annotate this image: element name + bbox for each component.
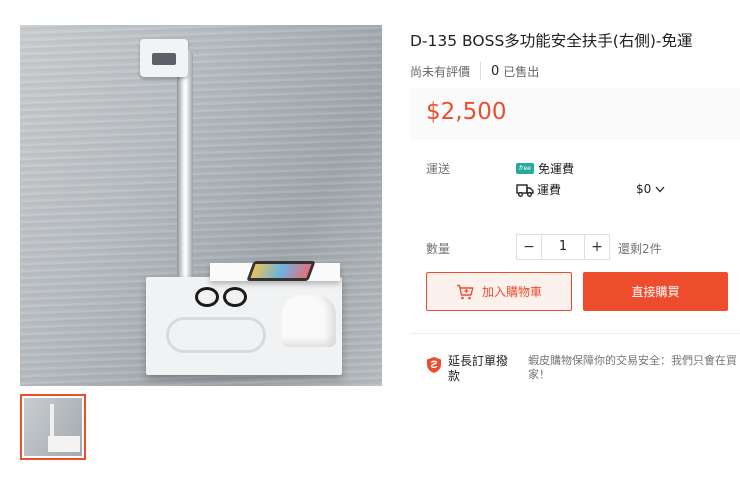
product-thumbnail[interactable]	[20, 394, 86, 460]
tissue-roll	[282, 295, 336, 347]
meta-divider	[480, 62, 482, 80]
rating-text[interactable]: 尚未有評價	[410, 63, 470, 80]
cart-icon	[456, 284, 474, 299]
section-divider	[410, 333, 740, 334]
add-to-cart-label: 加入購物車	[481, 285, 542, 299]
guarantee-section: 延長訂單撥款 蝦皮購物保障你的交易安全：我們只會在買家！	[426, 354, 737, 384]
quantity-input[interactable]: 1	[541, 235, 585, 259]
glasses-on-shelf	[195, 287, 255, 309]
stock-remaining: 還剩2件	[618, 242, 662, 256]
shipping-fee-value: $0	[636, 182, 652, 196]
sold-label: 已售出	[503, 64, 540, 79]
price-box: $2,500	[410, 88, 740, 140]
guarantee-text: 蝦皮購物保障你的交易安全：我們只會在買家！	[528, 354, 737, 381]
phone-on-shelf	[246, 261, 316, 281]
sold-count: 0	[491, 63, 500, 79]
shipping-fee-label: 運費	[537, 183, 562, 197]
product-price: $2,500	[426, 99, 507, 125]
shipping-fee-row: 運費	[516, 181, 561, 198]
free-shipping-text: 免運費	[538, 162, 575, 176]
chevron-down-icon	[655, 186, 665, 192]
product-main-image[interactable]	[20, 25, 382, 386]
shield-icon	[427, 357, 441, 373]
shipping-label: 運送	[426, 162, 451, 176]
quantity-stepper: − 1 +	[516, 234, 610, 260]
product-meta: 尚未有評價 0 已售出	[410, 62, 539, 80]
shelf-slot	[166, 317, 266, 353]
quantity-plus-button[interactable]: +	[585, 235, 609, 259]
shipping-fee-dropdown[interactable]: $0	[636, 182, 665, 196]
product-title: D-135 BOSS多功能安全扶手(右側)-免運	[410, 32, 693, 50]
guarantee-title: 延長訂單撥款	[448, 354, 509, 383]
truck-icon	[516, 183, 534, 197]
quantity-minus-button[interactable]: −	[517, 235, 541, 259]
free-shipping-icon: free	[516, 163, 534, 174]
product-gallery	[20, 25, 382, 460]
thumbnail-image	[24, 398, 82, 456]
rail-mount	[140, 39, 188, 77]
add-to-cart-button[interactable]: 加入購物車	[426, 272, 572, 311]
buy-now-button[interactable]: 直接購買	[583, 272, 728, 311]
free-shipping: free 免運費	[516, 160, 574, 177]
quantity-label: 數量	[426, 242, 451, 256]
